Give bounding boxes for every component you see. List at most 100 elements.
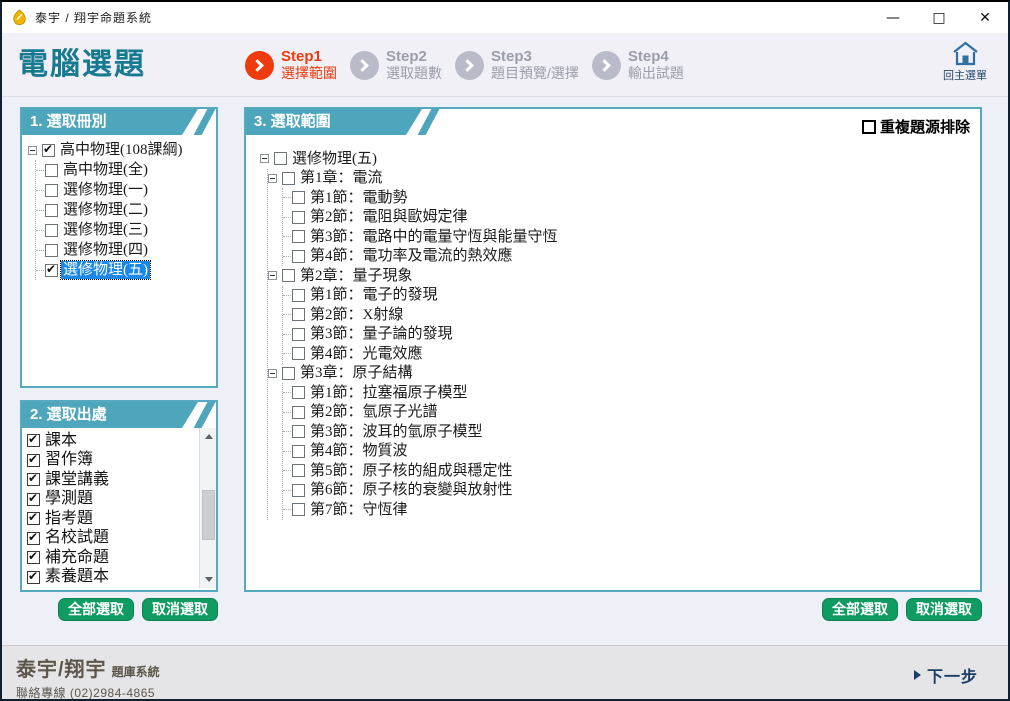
scroll-up-icon[interactable] [200, 428, 216, 445]
tree-item-label[interactable]: 第4節：物質波 [308, 442, 410, 460]
source-item-label[interactable]: 指考題 [43, 510, 95, 528]
tree-item-label[interactable]: 第7節：守恆律 [308, 501, 410, 519]
checkbox[interactable] [282, 172, 295, 185]
tree-item-label[interactable]: 第1節：電子的發現 [308, 286, 440, 304]
tree-item[interactable]: 第4節：電功率及電流的熱效應 [283, 247, 976, 267]
checkbox[interactable] [292, 230, 305, 243]
tree-item[interactable]: 第3節：量子論的發現 [283, 325, 976, 345]
collapse-icon[interactable] [260, 154, 269, 163]
tree-item[interactable]: 選修物理(一) [36, 180, 212, 200]
checkbox[interactable] [292, 484, 305, 497]
select-all-range-button[interactable]: 全部選取 [822, 598, 898, 621]
source-item-label[interactable]: 學測題 [43, 490, 95, 508]
checkbox[interactable] [292, 503, 305, 516]
checkbox[interactable] [292, 464, 305, 477]
checkbox[interactable] [27, 532, 40, 545]
tree-item-label[interactable]: 第2章：量子現象 [298, 267, 415, 285]
checkbox[interactable] [27, 454, 40, 467]
maximize-button[interactable]: □ [916, 2, 962, 33]
scroll-thumb[interactable] [202, 490, 215, 540]
tree-item[interactable]: 第4節：物質波 [283, 442, 976, 462]
tree-item-label[interactable]: 第5節：原子核的組成與穩定性 [308, 462, 515, 480]
checkbox[interactable] [292, 406, 305, 419]
source-item[interactable]: 指考題 [26, 509, 216, 529]
scroll-down-icon[interactable] [200, 571, 216, 588]
collapse-icon[interactable] [268, 271, 277, 280]
source-item[interactable]: 名校試題 [26, 529, 216, 549]
tree-item[interactable]: 第5節：原子核的組成與穩定性 [283, 461, 976, 481]
tree-item[interactable]: 高中物理(108課綱) [28, 140, 212, 160]
source-item[interactable]: 學測題 [26, 490, 216, 510]
checkbox[interactable] [27, 512, 40, 525]
checkbox[interactable] [274, 152, 287, 165]
tree-item-label[interactable]: 選修物理(五) [61, 261, 150, 279]
source-item-label[interactable]: 素養題本 [43, 568, 111, 586]
tree-item-label[interactable]: 選修物理(四) [61, 241, 150, 259]
source-item-label[interactable]: 補充命題 [43, 549, 111, 567]
tree-item[interactable]: 第6節：原子核的衰變與放射性 [283, 481, 976, 501]
tree-item[interactable]: 第2節：氫原子光譜 [283, 403, 976, 423]
checkbox[interactable] [292, 445, 305, 458]
tree-item-label[interactable]: 第3章：原子結構 [298, 364, 415, 382]
tree-item-label[interactable]: 第1章：電流 [298, 169, 385, 187]
source-item-label[interactable]: 習作簿 [43, 451, 95, 469]
tree-item[interactable]: 第7節：守恆律 [283, 500, 976, 520]
checkbox[interactable] [292, 191, 305, 204]
checkbox[interactable] [27, 493, 40, 506]
checkbox[interactable] [292, 425, 305, 438]
checkbox[interactable] [292, 308, 305, 321]
tree-item-label[interactable]: 第3節：量子論的發現 [308, 325, 455, 343]
checkbox[interactable] [45, 264, 58, 277]
tree-item-label[interactable]: 第1節：拉塞福原子模型 [308, 384, 470, 402]
checkbox[interactable] [42, 144, 55, 157]
collapse-icon[interactable] [28, 146, 37, 155]
source-item-label[interactable]: 名校試題 [43, 529, 111, 547]
tree-item-label[interactable]: 選修物理(二) [61, 201, 150, 219]
tree-item-label[interactable]: 第2節：X射線 [308, 306, 405, 324]
source-item[interactable]: 課堂講義 [26, 470, 216, 490]
source-item-label[interactable]: 課本 [43, 432, 79, 450]
checkbox[interactable] [27, 434, 40, 447]
tree-item-label[interactable]: 第3節：波耳的氫原子模型 [308, 423, 485, 441]
tree-item-label[interactable]: 高中物理(108課綱) [58, 141, 185, 159]
minimize-button[interactable]: — [870, 2, 916, 33]
checkbox[interactable] [292, 211, 305, 224]
checkbox[interactable] [282, 269, 295, 282]
deselect-all-sources-button[interactable]: 取消選取 [142, 598, 218, 621]
tree-item[interactable]: 選修物理(三) [36, 220, 212, 240]
home-button[interactable]: 回主選單 [934, 41, 996, 83]
tree-item[interactable]: 選修物理(二) [36, 200, 212, 220]
tree-item-label[interactable]: 第2節：電阻與歐姆定律 [308, 208, 470, 226]
checkbox[interactable] [292, 347, 305, 360]
checkbox[interactable] [27, 551, 40, 564]
collapse-icon[interactable] [268, 174, 277, 183]
checkbox[interactable] [45, 164, 58, 177]
checkbox[interactable] [282, 367, 295, 380]
tree-item-label[interactable]: 第4節：電功率及電流的熱效應 [308, 247, 515, 265]
dedupe-label[interactable]: 重複題源排除 [880, 116, 970, 137]
tree-item[interactable]: 選修物理(五) [260, 149, 976, 169]
tree-item-selected[interactable]: 選修物理(五) [36, 260, 212, 280]
tree-item-label[interactable]: 第1節：電動勢 [308, 189, 410, 207]
tree-item-label[interactable]: 選修物理(五) [290, 150, 379, 168]
source-item[interactable]: 課本 [26, 431, 216, 451]
tree-item[interactable]: 第2節：X射線 [283, 305, 976, 325]
checkbox[interactable] [45, 184, 58, 197]
next-step-button[interactable]: 下一步 [914, 663, 978, 687]
tree-item[interactable]: 第1節：電動勢 [283, 188, 976, 208]
checkbox[interactable] [292, 289, 305, 302]
tree-item-label[interactable]: 選修物理(三) [61, 221, 150, 239]
tree-item[interactable]: 第1節：拉塞福原子模型 [283, 383, 976, 403]
tree-item-label[interactable]: 選修物理(一) [61, 181, 150, 199]
source-item[interactable]: 補充命題 [26, 548, 216, 568]
checkbox[interactable] [292, 386, 305, 399]
tree-item[interactable]: 第4節：光電效應 [283, 344, 976, 364]
scrollbar[interactable] [199, 428, 216, 588]
source-item-label[interactable]: 課堂講義 [43, 471, 111, 489]
checkbox[interactable] [45, 224, 58, 237]
deselect-all-range-button[interactable]: 取消選取 [906, 598, 982, 621]
dedupe-checkbox[interactable] [862, 120, 876, 134]
close-button[interactable]: ✕ [962, 2, 1008, 33]
tree-item[interactable]: 第1章：電流 [268, 169, 976, 189]
tree-item[interactable]: 第3節：波耳的氫原子模型 [283, 422, 976, 442]
